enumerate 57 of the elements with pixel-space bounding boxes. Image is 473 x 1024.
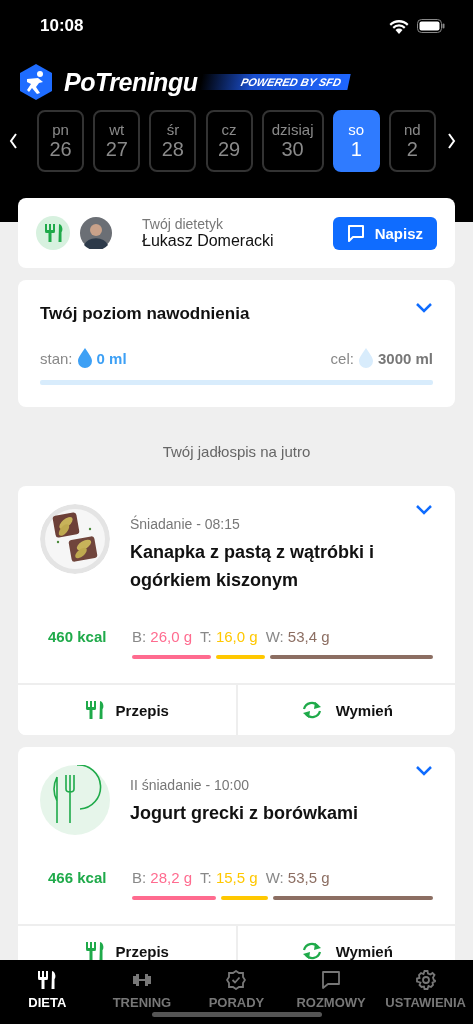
avatar <box>80 217 112 249</box>
chat-icon <box>321 970 342 990</box>
app-name: PoTreningu <box>64 67 198 97</box>
day-tab[interactable]: nd 2 <box>388 110 436 172</box>
day-tab[interactable]: cz 29 <box>205 110 253 172</box>
day-tab[interactable]: wt 27 <box>93 110 141 172</box>
macro-value: B: 28,2 g <box>132 869 193 886</box>
cutlery-icon <box>36 216 70 250</box>
tab-bar-item[interactable]: USTAWIENIA <box>378 970 473 1024</box>
hydration-title: Twój poziom nawodnienia <box>40 304 250 324</box>
badge-check-icon <box>226 970 247 990</box>
plate-cutlery-icon <box>40 765 110 835</box>
write-message-button[interactable]: Napisz <box>332 216 437 250</box>
tab-bar-item[interactable]: DIETA <box>0 970 95 1024</box>
cutlery-icon <box>84 941 104 960</box>
cutlery-icon <box>84 700 104 720</box>
meal-name: Kanapka z pastą z wątróbki i ogórkiem kiszonym <box>130 541 376 592</box>
chevron-down-icon[interactable] <box>415 302 433 314</box>
battery-icon <box>417 19 445 33</box>
calories: 460 kcal <box>48 628 108 645</box>
day-tab[interactable]: so 1 <box>332 110 380 172</box>
day-tab[interactable]: śr 28 <box>149 110 197 172</box>
settings-icon <box>415 970 436 990</box>
macro-value: T: 15,5 g <box>200 869 258 886</box>
day-tab[interactable]: pn 26 <box>37 110 85 172</box>
status-time: 10:08 <box>40 16 84 36</box>
chevron-down-icon[interactable] <box>415 765 433 777</box>
meal-name: Jogurt grecki z borówkami <box>130 802 360 825</box>
chevron-left-icon[interactable] <box>8 131 20 151</box>
dietitian-label: Twój dietetyk <box>142 216 224 232</box>
drop-icon <box>358 348 373 368</box>
meal-time: II śniadanie - 10:00 <box>130 777 251 793</box>
wifi-icon <box>389 18 409 34</box>
drop-icon <box>77 348 92 368</box>
chevron-right-icon <box>445 131 457 151</box>
calories: 466 kcal <box>48 869 108 886</box>
macro-value: B: 26,0 g <box>132 628 193 645</box>
tab-bar-item[interactable]: ROZMOWY <box>283 970 379 1024</box>
chevron-down-icon[interactable] <box>415 504 433 516</box>
cutlery-icon <box>37 970 58 990</box>
section-title: Twój jadłospis na jutro <box>161 442 312 462</box>
macro-value: T: 16,0 g <box>200 628 258 645</box>
runner-logo-icon <box>18 63 54 101</box>
macro-value: W: 53,5 g <box>265 869 330 886</box>
powered-by-badge: POWERED BY SFD <box>199 74 352 90</box>
dietitian-name: Łukasz Domeracki <box>142 232 275 250</box>
tab-bar-item[interactable]: TRENING <box>94 970 190 1024</box>
swap-button[interactable]: Wymień <box>235 685 455 735</box>
chat-icon <box>346 224 365 242</box>
goal-value: 3000 ml <box>377 349 433 367</box>
current-label: stan: <box>40 349 73 367</box>
current-value: 0 ml <box>96 349 127 367</box>
meal-time: Śniadanie - 08:15 <box>130 516 241 532</box>
macro-value: W: 53,4 g <box>265 628 330 645</box>
tab-bar-item[interactable]: PORADY <box>189 970 284 1024</box>
day-tab[interactable]: dzisiaj 30 <box>261 110 324 172</box>
goal-label: cel: <box>330 349 354 367</box>
